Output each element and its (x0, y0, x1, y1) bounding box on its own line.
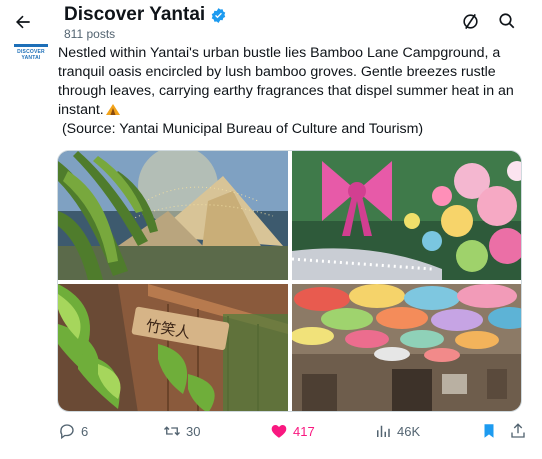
views-button[interactable]: 46K (374, 422, 420, 440)
post-source: (Source: Yantai Municipal Bureau of Cult… (58, 121, 424, 137)
refresh-button[interactable] (459, 10, 481, 32)
search-icon (499, 13, 515, 29)
bar-chart-icon (377, 425, 390, 437)
avatar-logo-bar (14, 44, 48, 47)
profile-name: Discover Yantai (64, 4, 206, 25)
bookmark-icon (484, 424, 494, 438)
action-bar: 6 30 417 46K (0, 418, 542, 446)
share-icon (511, 423, 525, 438)
pink-bow-garden-photo[interactable] (292, 151, 521, 280)
repost-icon (164, 426, 180, 436)
profile-header: Discover Yantai 811 posts (64, 4, 227, 41)
reply-count: 6 (81, 423, 89, 439)
like-button[interactable]: 417 (270, 422, 315, 440)
reply-icon (60, 424, 74, 440)
tent-icon (105, 104, 120, 115)
search-button[interactable] (496, 10, 518, 32)
bamboo-tent-photo[interactable] (58, 151, 288, 280)
avatar[interactable]: DISCOVER YANTAI (12, 44, 50, 66)
repost-button[interactable]: 30 (163, 422, 200, 440)
back-button[interactable] (10, 9, 36, 35)
like-count: 417 (293, 423, 315, 439)
share-button[interactable] (509, 422, 527, 440)
refresh-circle-icon (462, 13, 478, 29)
post-body: Nestled within Yantai's urban bustle lie… (58, 44, 534, 139)
top-bar: Discover Yantai 811 posts (0, 0, 542, 44)
verified-badge-icon (211, 7, 226, 23)
view-count: 46K (397, 423, 421, 439)
repost-count: 30 (186, 423, 201, 439)
post-count: 811 posts (64, 27, 116, 41)
heart-icon (271, 425, 287, 438)
wooden-sign-photo[interactable]: 竹笑人 (58, 284, 288, 411)
media-grid: 竹笑人 (57, 150, 522, 412)
arrow-left-icon (16, 15, 30, 29)
reply-button[interactable]: 6 (58, 422, 88, 440)
avatar-logo-text: DISCOVER YANTAI (17, 49, 45, 61)
bookmark-button[interactable] (480, 422, 498, 440)
post-text: Nestled within Yantai's urban bustle lie… (58, 45, 518, 118)
umbrella-ceiling-photo[interactable] (292, 284, 521, 411)
